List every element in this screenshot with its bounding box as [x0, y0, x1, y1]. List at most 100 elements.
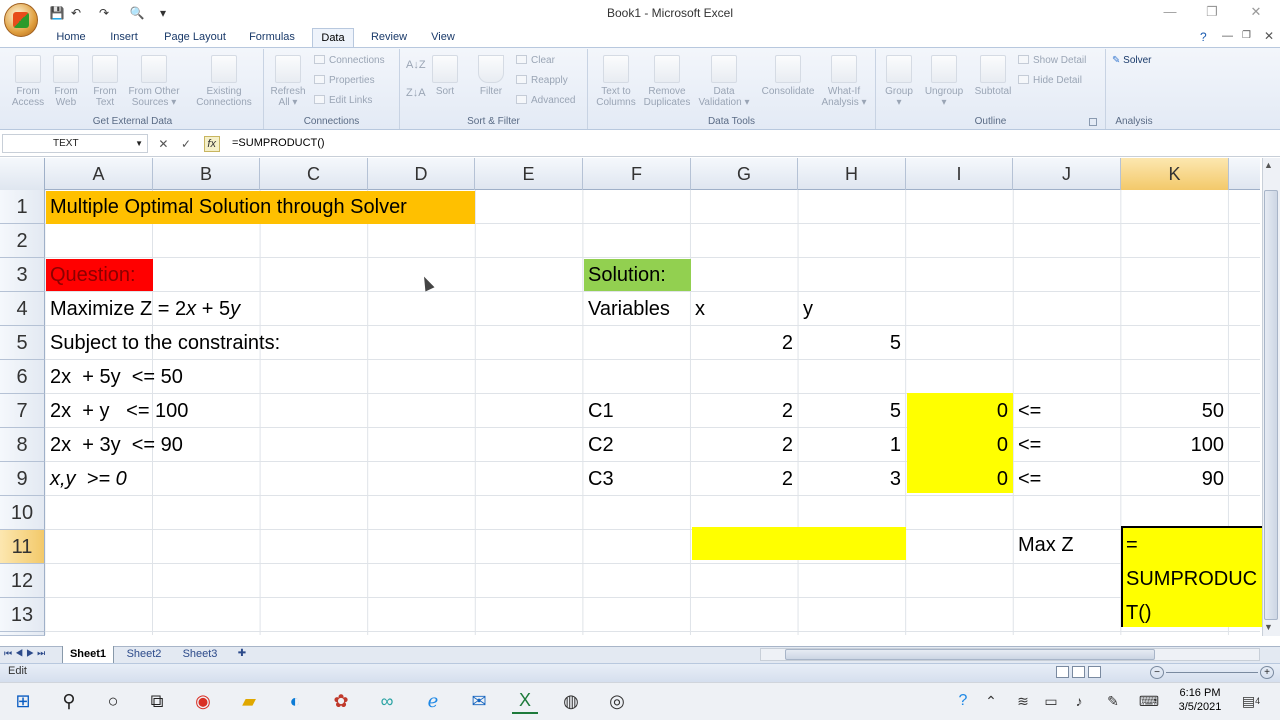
edge-icon[interactable]: ◐ — [282, 688, 308, 714]
cell-a1[interactable]: Multiple Optimal Solution through Solver — [46, 190, 475, 224]
cell-a9[interactable]: x,y >= 0 — [46, 462, 366, 496]
advanced-button[interactable]: Advanced — [516, 95, 575, 107]
cell-h8[interactable]: 1 — [799, 428, 906, 462]
clear-button[interactable]: Clear — [516, 55, 555, 67]
chevron-down-icon[interactable]: ▼ — [135, 135, 143, 152]
column-header-k[interactable]: K — [1121, 158, 1229, 190]
cell-j11[interactable]: Max Z — [1014, 528, 1121, 562]
edit-links-button[interactable]: Edit Links — [314, 95, 372, 107]
restore-icon[interactable]: ❐ — [1192, 2, 1232, 22]
existing-connections-button[interactable]: Existing Connections — [190, 55, 258, 108]
cell-f4[interactable]: Variables — [584, 292, 691, 326]
workbook-restore-icon[interactable]: ❐ — [1242, 30, 1251, 41]
row-header-4[interactable]: 4 — [0, 292, 45, 326]
row-header-3[interactable]: 3 — [0, 258, 45, 292]
search-icon[interactable]: ⚲ — [56, 688, 82, 714]
row-header-14[interactable]: 14 — [0, 632, 45, 636]
cell-k7[interactable]: 50 — [1121, 394, 1229, 428]
row-header-10[interactable]: 10 — [0, 496, 45, 530]
cell-a3[interactable]: Question: — [46, 258, 153, 292]
sort-descending-icon[interactable]: Z↓A — [406, 87, 426, 99]
row-header-6[interactable]: 6 — [0, 360, 45, 394]
cell-g9[interactable]: 2 — [691, 462, 798, 496]
column-header-i[interactable]: I — [906, 158, 1013, 190]
close-icon[interactable]: ✕ — [1236, 2, 1276, 22]
tab-formulas[interactable]: Formulas — [244, 28, 300, 48]
cell-i7[interactable]: 0 — [906, 394, 1013, 428]
cell-f7[interactable]: C1 — [584, 394, 691, 428]
tray-expand-icon[interactable]: ⌃ — [978, 688, 1004, 714]
from-web-button[interactable]: From Web — [46, 55, 86, 108]
sort-ascending-icon[interactable]: A↓Z — [406, 59, 426, 71]
cell-a6[interactable]: 2x + 5y <= 50 — [46, 360, 366, 394]
cell-g7[interactable]: 2 — [691, 394, 798, 428]
consolidate-button[interactable]: Consolidate — [756, 55, 820, 97]
help-icon[interactable]: ? — [1200, 30, 1207, 44]
from-text-button[interactable]: From Text — [86, 55, 124, 108]
subtotal-button[interactable]: Subtotal — [970, 55, 1016, 97]
show-detail-button[interactable]: Show Detail — [1018, 55, 1086, 67]
tab-view[interactable]: View — [424, 28, 462, 48]
cell-i8[interactable]: 0 — [906, 428, 1013, 462]
cell-k11-editor[interactable]: = SUMPRODUC T() — [1121, 526, 1262, 627]
from-access-button[interactable]: From Access — [6, 55, 50, 108]
tab-home[interactable]: Home — [50, 28, 92, 48]
cell-h4[interactable]: y — [799, 292, 906, 326]
cell-f8[interactable]: C2 — [584, 428, 691, 462]
column-header-h[interactable]: H — [798, 158, 906, 190]
column-header-g[interactable]: G — [691, 158, 798, 190]
from-other-sources-button[interactable]: From Other Sources ▾ — [124, 55, 184, 108]
cell-h5[interactable]: 5 — [799, 326, 906, 360]
tab-data[interactable]: Data — [312, 28, 354, 48]
task-view-icon[interactable]: ⧉ — [144, 688, 170, 714]
name-box[interactable]: TEXT ▼ — [2, 134, 148, 153]
cell-j8[interactable]: <= — [1014, 428, 1121, 462]
wifi-icon[interactable]: ≋ — [1010, 688, 1036, 714]
workbook-minimize-icon[interactable]: — — [1222, 30, 1233, 42]
sheet-tab-sheet1[interactable]: Sheet1 — [62, 646, 114, 663]
cell-h7[interactable]: 5 — [799, 394, 906, 428]
help-tray-icon[interactable]: ? — [950, 688, 976, 714]
zoom-slider[interactable] — [1166, 672, 1258, 673]
row-header-2[interactable]: 2 — [0, 224, 45, 258]
minimize-icon[interactable]: — — [1150, 2, 1190, 22]
internet-explorer-icon[interactable]: ℯ — [420, 688, 446, 714]
row-header-13[interactable]: 13 — [0, 598, 45, 632]
sort-button[interactable]: Sort — [430, 55, 460, 97]
paint-icon[interactable]: ✿ — [328, 688, 354, 714]
cell-a4[interactable]: Maximize Z = 2x + 5y — [46, 292, 366, 326]
page-break-view-icon[interactable] — [1088, 666, 1101, 678]
select-all-button[interactable] — [0, 158, 45, 190]
data-validation-button[interactable]: Data Validation ▾ — [694, 55, 754, 108]
tab-insert[interactable]: Insert — [104, 28, 144, 48]
volume-icon[interactable]: ♪ — [1066, 688, 1092, 714]
excel-icon[interactable]: X — [512, 688, 538, 714]
column-header-b[interactable]: B — [153, 158, 260, 190]
pen-icon[interactable]: ✎ — [1100, 688, 1126, 714]
enter-icon[interactable]: ✓ — [181, 137, 191, 151]
column-header-c[interactable]: C — [260, 158, 368, 190]
tab-review[interactable]: Review — [366, 28, 412, 48]
insert-function-icon[interactable]: fx — [203, 135, 220, 152]
row-header-11[interactable]: 11 — [0, 530, 45, 564]
zoom-in-icon[interactable]: + — [1260, 666, 1274, 679]
windows-start-icon[interactable]: ⊞ — [10, 688, 36, 714]
row-header-9[interactable]: 9 — [0, 462, 45, 496]
file-explorer-icon[interactable]: ▰ — [236, 688, 262, 714]
hide-detail-button[interactable]: Hide Detail — [1018, 75, 1082, 87]
properties-button[interactable]: Properties — [314, 75, 375, 87]
refresh-all-button[interactable]: Refresh All ▾ — [266, 55, 310, 108]
row-header-8[interactable]: 8 — [0, 428, 45, 462]
column-header-f[interactable]: F — [583, 158, 691, 190]
obs-icon[interactable]: ◎ — [604, 688, 630, 714]
cell-h9[interactable]: 3 — [799, 462, 906, 496]
cortana-icon[interactable]: ○ — [100, 688, 126, 714]
sheet-tab-sheet3[interactable]: Sheet3 — [174, 646, 226, 663]
sheet-nav-arrows-icon[interactable]: ⏮◀▶⏭ — [4, 648, 48, 659]
cell-f9[interactable]: C3 — [584, 462, 691, 496]
vertical-scrollbar-thumb[interactable] — [1264, 190, 1278, 620]
zoom-out-icon[interactable]: − — [1150, 666, 1164, 679]
column-header-j[interactable]: J — [1013, 158, 1121, 190]
tab-page-layout[interactable]: Page Layout — [160, 28, 230, 48]
ungroup-button[interactable]: Ungroup ▾ — [920, 55, 968, 108]
